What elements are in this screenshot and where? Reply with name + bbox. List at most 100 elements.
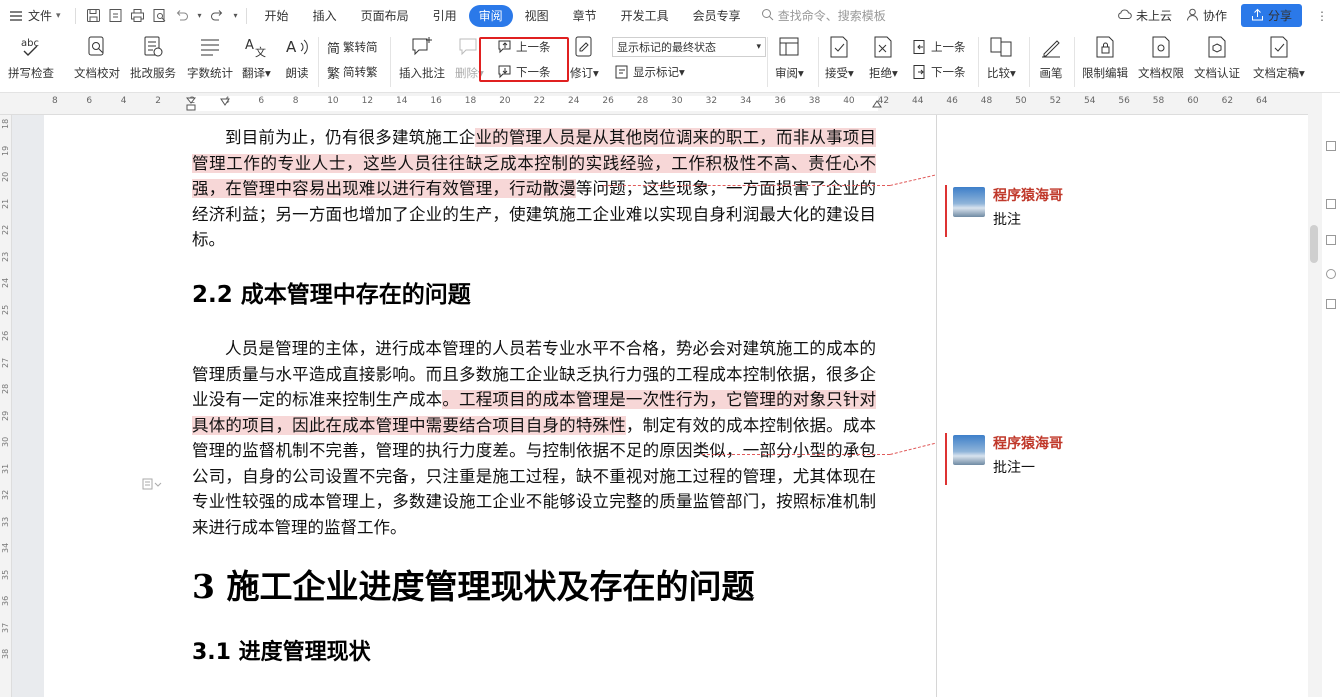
ruler-tick-label: 36	[1, 595, 10, 606]
chevron-down-icon[interactable]: ▾	[196, 8, 204, 24]
indent-marker-icon[interactable]	[185, 97, 197, 111]
ruler-tick-label: 22	[533, 96, 546, 106]
ruler-tick-label: 21	[1, 198, 10, 209]
side-tool-icon[interactable]	[1326, 141, 1336, 151]
horizontal-ruler[interactable]: 8642246810121416182022242628303234363840…	[0, 93, 1310, 115]
side-tool-icon[interactable]	[1326, 235, 1336, 245]
divider	[390, 37, 391, 87]
compare-button[interactable]: 比较▾	[987, 35, 1016, 81]
menu-chapter[interactable]: 章节	[561, 5, 609, 27]
comment-connector	[702, 454, 890, 455]
menu-review[interactable]: 审阅	[468, 4, 513, 27]
doc-permission-icon	[1152, 36, 1170, 58]
spell-check-button[interactable]: abc 拼写检查	[8, 35, 54, 81]
comment-card[interactable]: 程序猿海哥 批注一	[945, 433, 1145, 485]
read-aloud-button[interactable]: A 朗读	[285, 35, 309, 81]
translate-button[interactable]: A文 翻译▾	[242, 35, 271, 81]
doc-certify-button[interactable]: 文档认证	[1194, 35, 1240, 81]
ruler-tick-label: 36	[774, 96, 786, 106]
redo-icon[interactable]	[210, 8, 226, 24]
command-search[interactable]: 查找命令、搜索模板	[761, 7, 886, 24]
chevron-down-icon: ▾	[56, 10, 61, 21]
pen-button[interactable]: 画笔	[1039, 35, 1063, 81]
ruler-tick-label: 34	[740, 96, 752, 106]
svg-text:文: 文	[255, 45, 266, 59]
chevron-down-icon[interactable]: ▾	[232, 8, 240, 24]
svg-text:A: A	[245, 38, 254, 53]
revise-service-button[interactable]: 批改服务	[130, 35, 176, 81]
chapter-heading[interactable]: 3 施工企业进度管理现状及存在的问题	[192, 570, 876, 602]
hamburger-icon	[8, 8, 24, 24]
more-icon[interactable]: ⋮	[1316, 9, 1328, 23]
menu-view[interactable]: 视图	[513, 5, 561, 27]
document-body[interactable]: 到目前为止，仍有很多建筑施工企业的管理人员是从其他岗位调来的职工，而非从事项目管…	[192, 125, 877, 666]
paragraph[interactable]: 人员是管理的主体，进行成本管理的人员若专业水平不合格，势必会对建筑施工的成本的管…	[192, 336, 876, 540]
collaborate-button[interactable]: 协作	[1186, 7, 1227, 24]
track-changes-button[interactable]: 修订▾	[570, 35, 599, 81]
restrict-edit-button[interactable]: 限制编辑	[1082, 35, 1128, 81]
ruler-tick-label: 38	[1, 648, 10, 659]
simp-to-trad-button[interactable]: 繁 简转繁	[327, 62, 378, 82]
undo-icon[interactable]	[174, 8, 190, 24]
cloud-status[interactable]: 未上云	[1117, 7, 1172, 24]
comment-card[interactable]: 程序猿海哥 批注	[945, 185, 1145, 237]
ruler-tick-label: 30	[1, 436, 10, 447]
ruler-tick-label: 18	[464, 96, 477, 106]
ruler-tick-label: 24	[568, 96, 580, 106]
doc-permission-button[interactable]: 文档权限	[1138, 35, 1184, 81]
comment-connector	[603, 185, 890, 186]
comment-text[interactable]: 批注一	[993, 457, 1063, 477]
review-pane-button[interactable]: 审阅▾	[775, 35, 804, 81]
chevron-down-icon: ▾	[756, 42, 761, 52]
ruler-tick-label: 35	[1, 569, 10, 580]
print-preview-icon[interactable]	[152, 8, 168, 24]
menu-home[interactable]: 开始	[253, 5, 301, 27]
word-count-button[interactable]: 字数统计	[187, 35, 233, 81]
markup-display-select[interactable]: 显示标记的最终状态 ▾	[612, 37, 766, 57]
side-tool-icon[interactable]	[1326, 269, 1336, 279]
menu-developer[interactable]: 开发工具	[609, 5, 681, 27]
prev-change-button[interactable]: 上一条	[912, 37, 966, 57]
doc-proof-button[interactable]: 文档校对	[74, 35, 120, 81]
spell-check-icon: abc	[21, 38, 39, 56]
trad-to-simp-button[interactable]: 简 繁转简	[327, 37, 378, 57]
scrollbar-thumb[interactable]	[1310, 225, 1318, 263]
vertical-scrollbar[interactable]	[1308, 93, 1322, 697]
ruler-tick-label: 25	[1, 304, 10, 315]
review-pane-icon	[779, 37, 799, 56]
side-tool-icon[interactable]	[1326, 199, 1336, 209]
paragraph[interactable]: 到目前为止，仍有很多建筑施工企业的管理人员是从其他岗位调来的职工，而非从事项目管…	[192, 125, 877, 253]
share-button[interactable]: 分享	[1240, 4, 1302, 27]
doc-finalize-button[interactable]: 文档定稿▾	[1253, 35, 1305, 81]
restrict-edit-icon	[1096, 36, 1114, 58]
print-icon[interactable]	[130, 8, 146, 24]
next-change-button[interactable]: 下一条	[912, 62, 966, 82]
export-pdf-icon[interactable]	[108, 8, 124, 24]
section-heading[interactable]: 2.2 成本管理中存在的问题	[192, 282, 876, 309]
document-page[interactable]: 到目前为止，仍有很多建筑施工企业的管理人员是从其他岗位调来的职工，而非从事项目管…	[44, 115, 936, 697]
reject-icon	[874, 36, 892, 58]
menu-member[interactable]: 会员专享	[681, 5, 753, 27]
accept-button[interactable]: 接受▾	[825, 35, 854, 81]
section-heading[interactable]: 3.1 进度管理现状	[192, 640, 876, 666]
reject-button[interactable]: 拒绝▾	[869, 35, 898, 81]
ruler-tick-label: 8	[52, 96, 58, 106]
paragraph-tool-icon[interactable]	[142, 478, 162, 493]
comment-text[interactable]: 批注	[993, 209, 1063, 229]
right-indent-icon[interactable]	[872, 97, 882, 111]
menu-page-layout[interactable]: 页面布局	[349, 5, 421, 27]
ruler-tick-label: 44	[912, 96, 924, 106]
file-menu[interactable]: 文件 ▾	[0, 5, 69, 27]
save-icon[interactable]	[86, 8, 102, 24]
menu-references[interactable]: 引用	[421, 5, 469, 27]
ruler-tick-label: 2	[155, 96, 161, 106]
insert-comment-button[interactable]: 插入批注	[399, 35, 445, 81]
side-tool-icon[interactable]	[1326, 299, 1336, 309]
first-line-indent-icon[interactable]	[220, 95, 230, 109]
ruler-tick-label: 32	[1, 489, 10, 500]
svg-text:A: A	[286, 38, 297, 56]
show-markup-button[interactable]: 显示标记▾	[614, 62, 685, 82]
menu-insert[interactable]: 插入	[301, 5, 349, 27]
comment-author: 程序猿海哥	[993, 436, 1063, 452]
vertical-ruler[interactable]: 18 19 20 21 22 23 24 25 26 27 28 29 30 31 32 33 34 35 36 37…	[0, 115, 12, 697]
